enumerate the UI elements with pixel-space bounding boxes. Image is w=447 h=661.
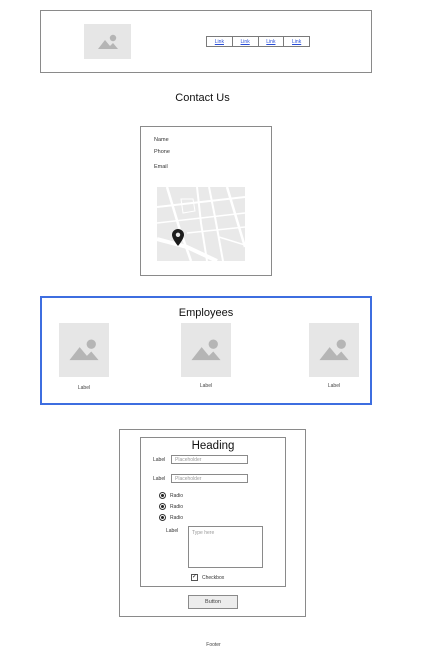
map-placeholder[interactable] [157,187,245,261]
nav-links: Link Link Link Link [206,36,310,47]
radio-button-2[interactable] [159,503,166,510]
nav-link-4[interactable]: Link [283,36,310,47]
form-heading: Heading [191,440,235,452]
contact-email-label: Email [154,164,168,170]
radio-label-2: Radio [170,504,184,510]
nav-link-1[interactable]: Link [206,36,233,47]
text-input-1[interactable]: Placeholder [171,455,248,464]
employee-label-1: Label [77,385,91,391]
checkbox[interactable]: ✓ [191,574,198,581]
employees-title: Employees [178,307,234,319]
submit-button[interactable]: Button [188,595,238,609]
employee-label-2: Label [199,383,213,389]
map-pin-icon [172,229,184,246]
radio-label-3: Radio [170,515,184,521]
footer: Footer [206,642,221,648]
message-textarea[interactable]: Type here [188,526,263,568]
employee-photo-3 [309,323,359,377]
image-placeholder-icon [319,339,349,361]
nav-link-3[interactable]: Link [257,36,285,47]
employee-photo-1 [59,323,109,377]
employee-label-3: Label [327,383,341,389]
input-label-1: Label [153,457,166,463]
contact-phone-label: Phone [154,149,170,155]
map-streets [157,187,245,261]
image-placeholder-icon [69,339,99,361]
nav-link-2[interactable]: Link [231,36,259,47]
checkmark-icon: ✓ [192,574,198,580]
contact-title: Contact Us [175,92,230,104]
textarea-label: Label [166,528,179,534]
employee-photo-2 [181,323,231,377]
input-label-2: Label [153,476,166,482]
image-placeholder-icon [191,339,221,361]
image-placeholder-icon [97,34,118,49]
header-logo-image [84,24,131,59]
contact-name-label: Name [154,137,169,143]
radio-button-1[interactable] [159,492,166,499]
radio-label-1: Radio [170,493,184,499]
text-input-2[interactable]: Placeholder [171,474,248,483]
checkbox-label: Checkbox [202,575,225,581]
radio-button-3[interactable] [159,514,166,521]
